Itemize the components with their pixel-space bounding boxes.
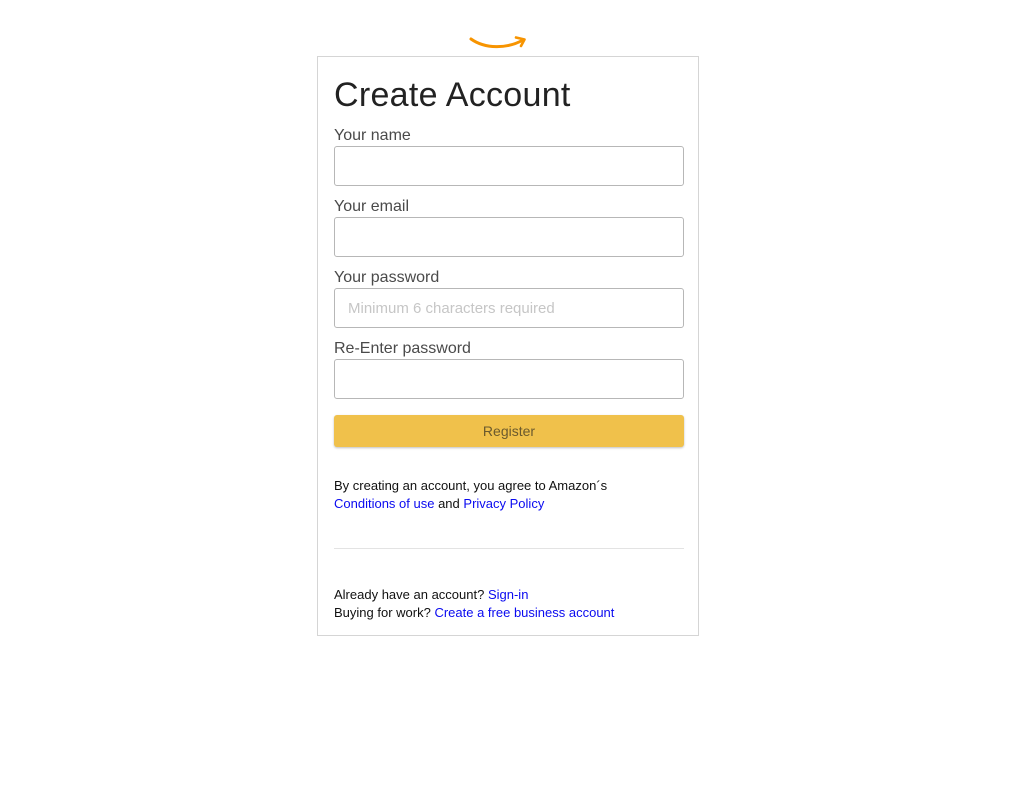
signin-prompt: Already have an account?	[334, 587, 485, 602]
email-label: Your email	[334, 198, 410, 215]
register-button[interactable]: Register	[334, 415, 684, 447]
business-account-link[interactable]: Create a free business account	[434, 605, 614, 620]
password-field[interactable]	[334, 288, 684, 328]
email-field[interactable]	[334, 217, 684, 257]
privacy-policy-link[interactable]: Privacy Policy	[463, 496, 544, 511]
business-prompt: Buying for work?	[334, 605, 431, 620]
name-label: Your name	[334, 127, 411, 144]
page-title: Create Account	[334, 76, 571, 114]
account-footer: Already have an account? Sign-in Buying …	[334, 586, 684, 622]
divider	[334, 548, 684, 549]
reenter-password-label: Re-Enter password	[334, 340, 471, 357]
legal-and-text: and	[438, 496, 460, 511]
signin-row: Already have an account? Sign-in	[334, 586, 684, 604]
logo-smile-curve	[469, 37, 525, 49]
amazon-logo-icon[interactable]	[468, 34, 528, 52]
legal-notice: By creating an account, you agree to Ama…	[334, 477, 684, 513]
conditions-of-use-link[interactable]: Conditions of use	[334, 496, 434, 511]
name-field[interactable]	[334, 146, 684, 186]
create-account-card: Create Account Your name Your email Your…	[317, 56, 699, 636]
reenter-password-field[interactable]	[334, 359, 684, 399]
business-row: Buying for work? Create a free business …	[334, 604, 684, 622]
password-label: Your password	[334, 269, 440, 286]
legal-text: By creating an account, you agree to Ama…	[334, 478, 608, 493]
sign-in-link[interactable]: Sign-in	[488, 587, 528, 602]
